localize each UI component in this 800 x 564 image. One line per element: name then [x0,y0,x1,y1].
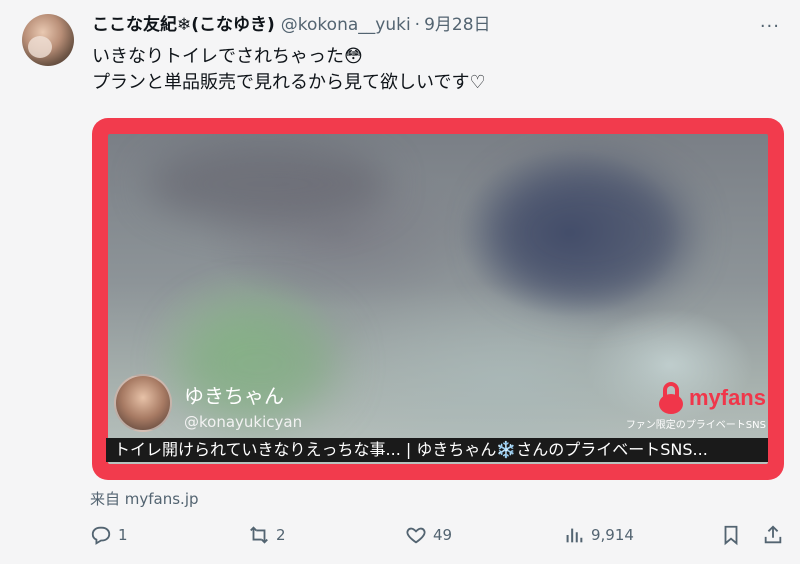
reply-count: 1 [118,526,128,544]
retweet-count: 2 [276,526,286,544]
display-name[interactable]: ここな友紀❄(こなゆき) [92,14,275,36]
bookmark-button[interactable] [720,524,742,546]
reply-button[interactable]: 1 [90,524,128,546]
tweet-text: いきなりトイレでされちゃった😳 プランと単品販売で見れるから見て欲しいです♡ [92,44,486,96]
blurred-region [488,164,688,304]
more-options-icon[interactable]: ··· [760,16,780,37]
link-card[interactable]: ゆきちゃん @konayukicyan myfans ファン限定のプライベートS… [92,118,784,480]
myfans-logo: myfans [658,382,766,414]
views-button[interactable]: 9,914 [563,524,634,546]
card-source-link[interactable]: 来自 myfans.jp [90,488,199,509]
share-icon [764,525,782,544]
like-count: 49 [433,526,453,544]
reply-icon [91,526,111,545]
tweet: ここな友紀❄(こなゆき) @kokona__yuki · 9月28日 ··· い… [0,0,800,564]
separator-dot: · [414,15,421,35]
brand-name: myfans [688,385,766,410]
creator-avatar [114,374,172,432]
retweet-button[interactable]: 2 [248,524,286,546]
lock-icon [658,382,683,414]
blurred-region [148,144,388,224]
views-icon [566,528,583,543]
brand-tagline: ファン限定のプライベートSNS [625,420,766,431]
action-bar: 1 2 49 9,914 [0,524,800,552]
tweet-header: ここな友紀❄(こなゆき) @kokona__yuki · 9月28日 [92,14,760,36]
card-caption[interactable]: トイレ開けられていきなりえっちな事... | ゆきちゃん❄️さんのプライベートS… [106,438,768,462]
bookmark-icon [724,525,738,546]
like-button[interactable]: 49 [405,524,452,546]
user-handle[interactable]: @kokona__yuki [281,14,411,36]
avatar[interactable] [22,14,74,66]
creator-handle: @konayukicyan [184,413,303,431]
timestamp[interactable]: 9月28日 [424,14,490,36]
tweet-text-line-1: いきなりトイレでされちゃった😳 [92,46,363,67]
views-count: 9,914 [591,526,634,544]
share-button[interactable] [762,524,784,546]
like-icon [406,527,426,544]
tweet-text-line-2: プランと単品販売で見れるから見て欲しいです♡ [92,72,486,93]
creator-name: ゆきちゃん [184,384,284,408]
retweet-icon [250,526,268,544]
